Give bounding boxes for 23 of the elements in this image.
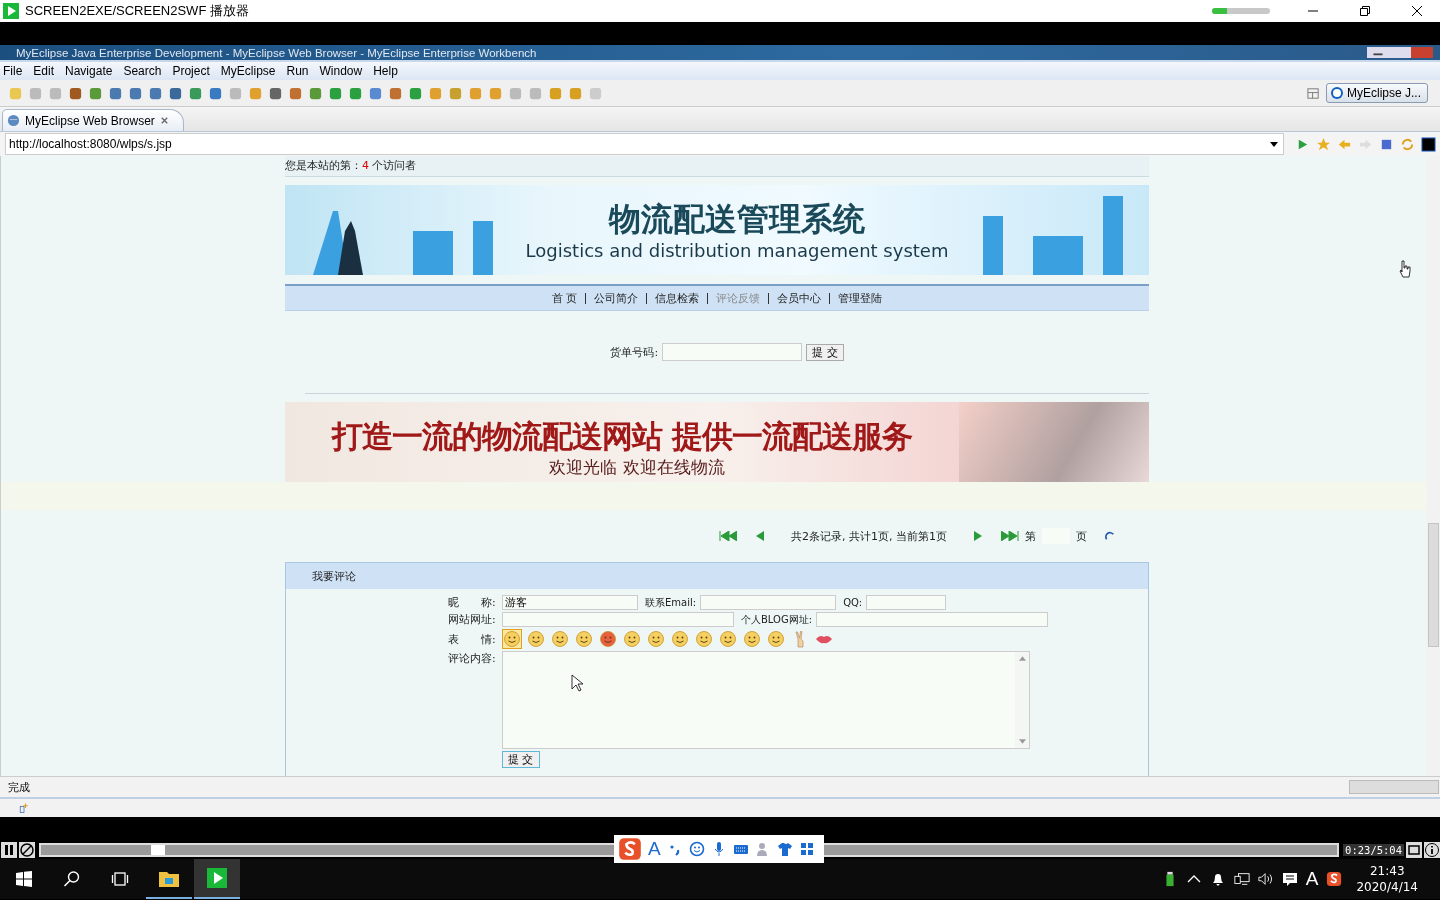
banner-subtitle: Logistics and distribution management system — [525, 240, 949, 262]
visitor-counter: 您是本站的第：4 个访问者 — [285, 156, 1149, 177]
tracking-label: 货单号码: — [610, 344, 659, 360]
pager-summary: 共2条记录, 共计1页, 当前第1页 — [791, 528, 947, 544]
status-text: 完成 — [8, 779, 30, 795]
banner-title: 物流配送管理系统 — [609, 199, 865, 240]
page-suffix: 页 — [1076, 528, 1087, 544]
field-label: 个人BLOG网址: — [741, 612, 813, 627]
field-label: 评论内容: — [448, 651, 497, 666]
window-title: SCREEN2EXE/SCREEN2SWF 播放器 — [25, 2, 250, 20]
field-label: 联系Email: — [645, 595, 697, 610]
playback-time: 0:23/5:04 — [1343, 843, 1404, 856]
clock-time: 21:43 — [1369, 863, 1405, 879]
field-label: 网站网址: — [448, 612, 497, 627]
ad-headline: 打造一流的物流配送网站 提供一流配送服务 — [332, 417, 912, 456]
field-label: 昵 称: — [448, 595, 497, 610]
field-label: QQ: — [843, 597, 863, 608]
ad-subline: 欢迎光临 欢迎在线物流 — [549, 456, 725, 478]
page-prefix: 第 — [1025, 528, 1036, 544]
clock-date: 2020/4/14 — [1356, 879, 1418, 895]
panel-title: 我要评论 — [312, 568, 356, 584]
ide-title: MyEclipse Java Enterprise Development - MyEclipse Web Browser - MyEclipse Enterprise Workbench — [16, 46, 538, 59]
field-label: 表 情: — [448, 631, 497, 647]
